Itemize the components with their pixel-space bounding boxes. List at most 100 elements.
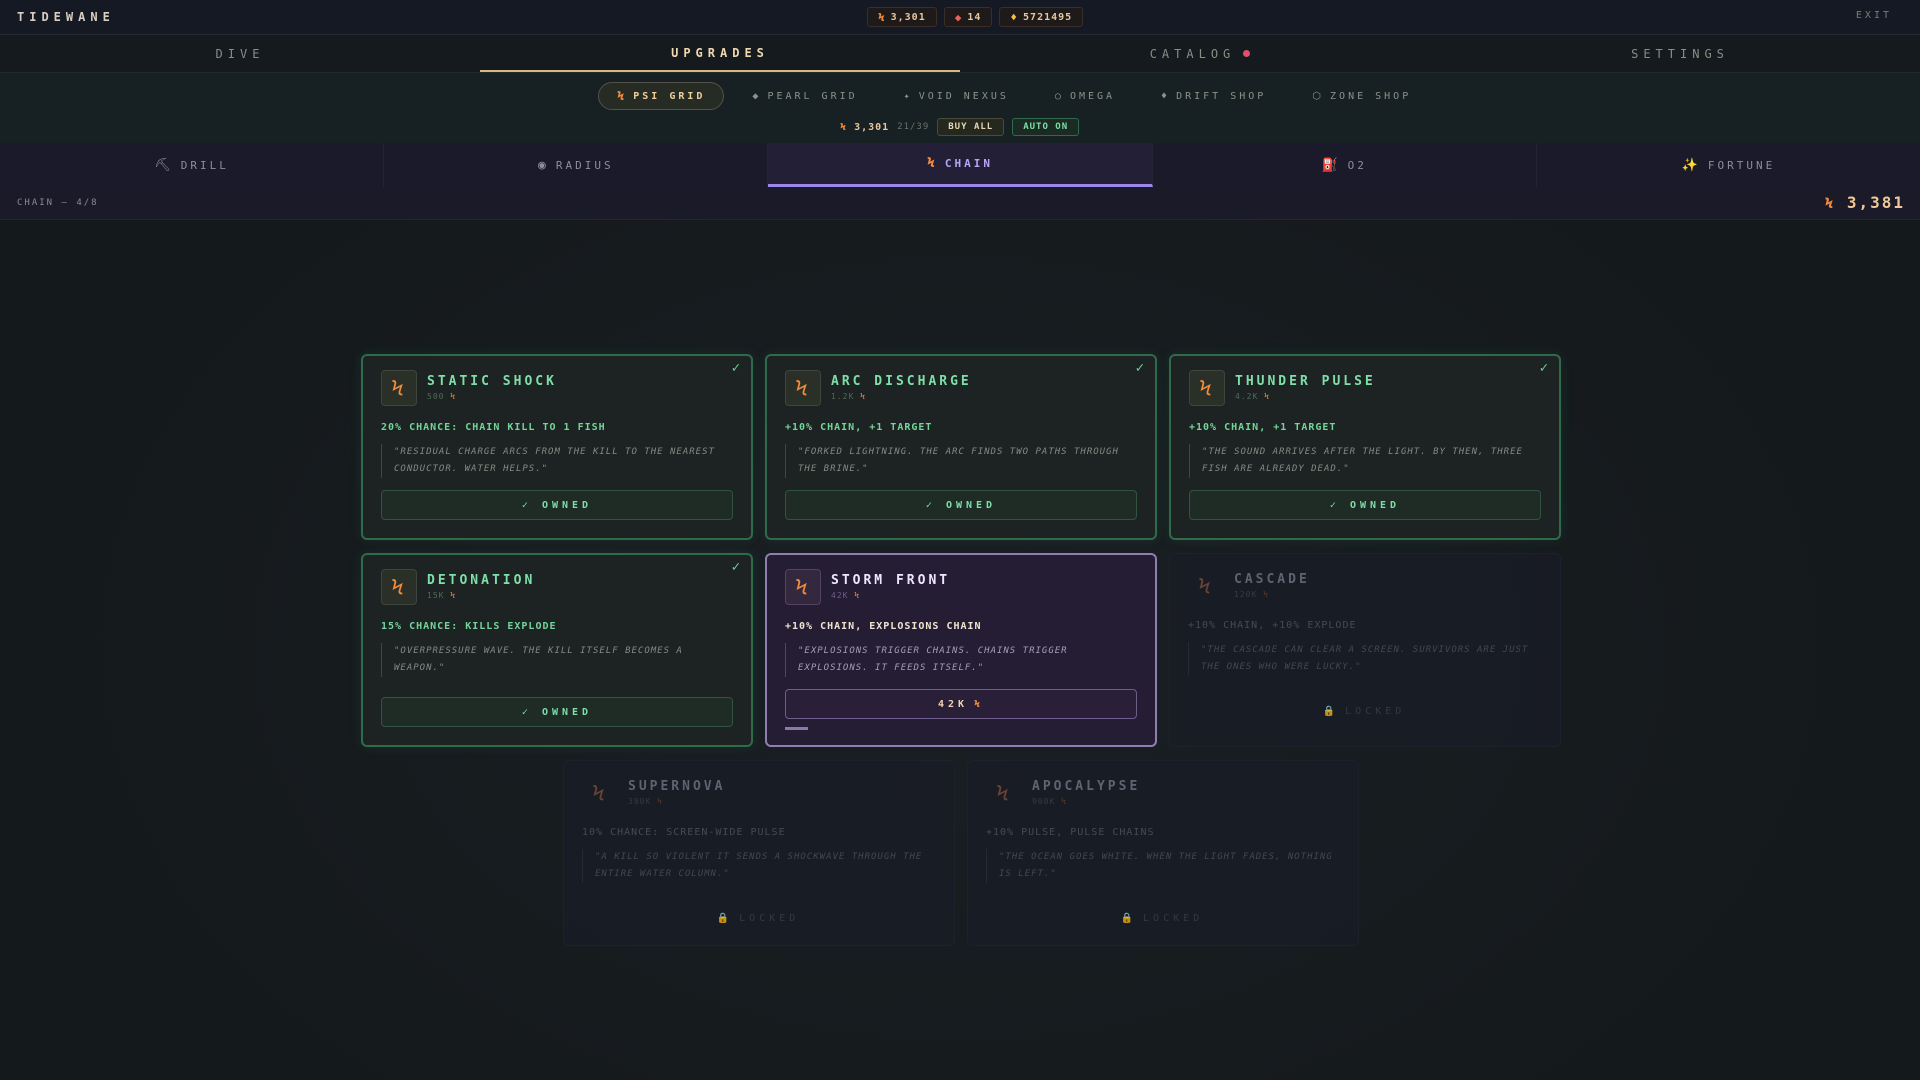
owned-button[interactable]: ✓ OWNED — [1189, 490, 1541, 520]
bolt-icon: ϟ — [854, 591, 861, 600]
subtab-void-nexus[interactable]: ✦ VOID NEXUS — [886, 82, 1027, 110]
upgrade-card-detonation[interactable]: ϟ ✓ DETONATION 15K ϟ 15% CHANCE: KILLS E… — [361, 553, 753, 747]
coin-icon: ♦ — [1161, 90, 1171, 102]
owned-button[interactable]: ✓ OWNED — [381, 490, 733, 520]
buy-price: 42K — [937, 698, 969, 710]
tab-o2[interactable]: ⛽ O2 — [1153, 143, 1537, 187]
upgrade-flavor: "OVERPRESSURE WAVE. THE KILL ITSELF BECO… — [381, 643, 731, 677]
bolt-counter: ϟ 3,301 — [867, 7, 937, 27]
owned-button[interactable]: ✓ OWNED — [785, 490, 1137, 520]
subtab-drift-shop[interactable]: ♦ DRIFT SHOP — [1143, 82, 1284, 110]
tab-label: SETTINGS — [1631, 46, 1729, 61]
upgrade-card-static-shock[interactable]: ϟ ✓ STATIC SHOCK 500 ϟ 20% CHANCE: CHAIN… — [361, 354, 753, 540]
tab-settings[interactable]: SETTINGS — [1440, 35, 1920, 72]
coin-value: 5721495 — [1023, 11, 1073, 23]
upgrade-card-supernova: ϟ SUPERNOVA 380K ϟ 10% CHANCE: SCREEN-WI… — [563, 760, 955, 946]
bolt-icon: ϟ — [840, 121, 848, 133]
owned-button[interactable]: ✓ OWNED — [381, 697, 733, 727]
upgrade-flavor: "RESIDUAL CHARGE ARCS FROM THE KILL TO T… — [381, 444, 731, 478]
upgrade-title: STATIC SHOCK — [427, 374, 557, 389]
bolt-icon: ϟ — [1198, 574, 1214, 598]
coin-counter: ♦ 5721495 — [999, 7, 1084, 27]
upgrade-flavor: "THE SOUND ARRIVES AFTER THE LIGHT. BY T… — [1189, 444, 1539, 478]
price-value: 380K — [628, 797, 652, 806]
pearl-icon: ◆ — [752, 90, 762, 102]
upgrade-effect: 10% CHANCE: SCREEN-WIDE PULSE — [582, 827, 786, 838]
upgrade-flavor: "THE OCEAN GOES WHITE. WHEN THE LIGHT FA… — [986, 849, 1336, 883]
bolt-icon: ϟ — [1264, 392, 1270, 401]
pearl-counter: ◆ 14 — [943, 7, 993, 27]
upgrade-card-thunder-pulse[interactable]: ϟ ✓ THUNDER PULSE 4.2K ϟ +10% CHAIN, +1 … — [1169, 354, 1561, 540]
auto-toggle[interactable]: AUTO ON — [1012, 118, 1080, 136]
upgrade-card-storm-front[interactable]: ϟ STORM FRONT 42K ϟ +10% CHAIN, EXPLOSIO… — [765, 553, 1157, 747]
buy-all-button[interactable]: BUY ALL — [937, 118, 1005, 136]
exit-button[interactable]: EXIT — [1856, 10, 1892, 21]
tab-drill[interactable]: ⛏ DRILL — [0, 143, 385, 187]
progress-fill — [785, 727, 808, 730]
lock-icon: 🔒 — [1120, 912, 1138, 924]
locked-text: LOCKED — [1143, 912, 1204, 924]
bolt-icon: ϟ — [381, 370, 417, 406]
price-value: 500 — [427, 392, 445, 401]
upgrade-price: 42K ϟ — [831, 591, 860, 600]
breadcrumb: CHAIN — 4/8 — [17, 198, 99, 208]
subtab-label: PEARL GRID — [767, 90, 858, 102]
total-value: 3,381 — [1846, 193, 1905, 212]
radius-icon: ◉ — [538, 157, 549, 173]
cattab-label: DRILL — [180, 158, 229, 172]
upgrade-price: 380K ϟ — [628, 797, 663, 806]
check-icon: ✓ — [731, 559, 743, 575]
upgrade-effect: +10% CHAIN, +1 TARGET — [1189, 422, 1337, 433]
subtab-omega[interactable]: ○ OMEGA — [1037, 82, 1133, 110]
bolt-icon: ϟ — [878, 10, 886, 24]
upgrade-flavor: "THE CASCADE CAN CLEAR A SCREEN. SURVIVO… — [1188, 642, 1538, 676]
subtab-pearl-grid[interactable]: ◆ PEARL GRID — [734, 82, 875, 110]
bolt-icon: ϟ — [450, 591, 457, 600]
tab-upgrades[interactable]: UPGRADES — [480, 35, 960, 72]
price-value: 1.2K — [831, 392, 855, 401]
buy-cost-value: 3,301 — [854, 121, 890, 133]
price-value: 15K — [427, 591, 445, 600]
subtab-label: DRIFT SHOP — [1176, 90, 1267, 102]
notification-dot — [1243, 50, 1251, 57]
price-value: 900K — [1032, 797, 1056, 806]
subtab-psi-grid[interactable]: ϟ PSI GRID — [598, 82, 725, 110]
category-header: CHAIN — 4/8 ϟ 3,381 — [0, 187, 1920, 220]
tab-dive[interactable]: DIVE — [0, 35, 480, 72]
bolt-icon: ϟ — [617, 89, 628, 103]
upgrade-effect: +10% CHAIN, +1 TARGET — [785, 422, 933, 433]
upgrade-effect: +10% CHAIN, EXPLOSIONS CHAIN — [785, 621, 982, 632]
cattab-label: CHAIN — [944, 157, 993, 170]
subtab-zone-shop[interactable]: ⬡ ZONE SHOP — [1294, 82, 1429, 110]
sparkle-icon: ✨ — [1681, 157, 1701, 173]
tab-chain[interactable]: ϟ CHAIN — [768, 143, 1153, 187]
coin-icon: ♦ — [1010, 10, 1019, 24]
tab-fortune[interactable]: ✨ FORTUNE — [1537, 143, 1920, 187]
pearl-value: 14 — [967, 11, 982, 23]
upgrade-title: STORM FRONT — [831, 573, 951, 588]
upgrade-price: 120K ϟ — [1234, 590, 1269, 599]
upgrade-count: 21/39 — [897, 122, 930, 132]
bolt-icon: ϟ — [1061, 797, 1067, 806]
top-bar: TIDEWANE ϟ 3,301 ◆ 14 ♦ 5721495 EXIT — [0, 0, 1920, 35]
buy-row: ϟ 3,301 21/39 BUY ALL AUTO ON — [840, 118, 1080, 136]
total-bolts: ϟ 3,381 — [1825, 193, 1905, 212]
upgrade-price: 1.2K ϟ — [831, 392, 866, 401]
star-icon: ✦ — [903, 90, 913, 102]
bolt-icon: ϟ — [1824, 196, 1836, 212]
upgrade-card-arc-discharge[interactable]: ϟ ✓ ARC DISCHARGE 1.2K ϟ +10% CHAIN, +1 … — [765, 354, 1157, 540]
bolt-icon: ϟ — [860, 392, 866, 401]
tab-catalog[interactable]: CATALOG — [960, 35, 1440, 72]
subtab-label: ZONE SHOP — [1330, 90, 1412, 102]
locked-text: LOCKED — [739, 912, 800, 924]
upgrade-effect: 15% CHANCE: KILLS EXPLODE — [381, 621, 557, 632]
app-title: TIDEWANE — [17, 10, 115, 24]
subtab-label: PSI GRID — [633, 90, 706, 102]
bolt-icon: ϟ — [996, 781, 1012, 805]
upgrade-effect: 20% CHANCE: CHAIN KILL TO 1 FISH — [381, 422, 606, 433]
tab-radius[interactable]: ◉ RADIUS — [384, 143, 769, 187]
upgrade-title: ARC DISCHARGE — [831, 374, 972, 389]
buy-upgrade-button[interactable]: 42K ϟ — [785, 689, 1137, 719]
bolt-icon: ϟ — [592, 781, 608, 805]
locked-text: LOCKED — [1345, 705, 1406, 717]
